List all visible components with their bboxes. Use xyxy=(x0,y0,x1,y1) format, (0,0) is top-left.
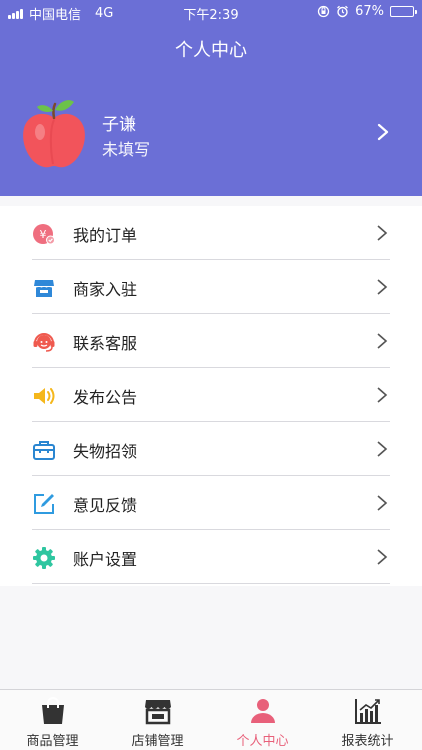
menu-item-orders[interactable]: ¥ 我的订单 xyxy=(32,206,390,260)
menu-item-customer-service[interactable]: 联系客服 xyxy=(32,314,390,368)
speaker-icon xyxy=(34,388,55,404)
page-title: 个人中心 xyxy=(175,40,247,61)
tab-personal-center[interactable]: 个人中心 xyxy=(210,690,315,750)
alarm-icon xyxy=(337,5,349,18)
chevron-right-icon xyxy=(377,225,388,241)
menu-list: ¥ 我的订单 商家入驻 联系客服 发布公告 失物招领 意见反馈 账户设置 xyxy=(0,206,422,586)
menu-item-feedback[interactable]: 意见反馈 xyxy=(32,476,390,530)
status-bar: 中国电信 4G 下午2:39 67% xyxy=(0,0,422,24)
profile-card[interactable]: 子谦 未填写 xyxy=(0,96,422,176)
menu-item-account-settings[interactable]: 账户设置 xyxy=(32,530,390,584)
chevron-right-icon xyxy=(377,387,388,403)
menu-item-label: 账户设置 xyxy=(73,550,138,569)
bag-icon xyxy=(33,441,55,460)
user-subtitle: 未填写 xyxy=(102,140,151,159)
menu-item-label: 发布公告 xyxy=(73,388,138,407)
chart-icon xyxy=(355,699,381,724)
edit-icon xyxy=(34,494,54,514)
chevron-right-icon xyxy=(377,495,388,511)
tab-label: 商品管理 xyxy=(26,734,79,749)
customer-service-icon xyxy=(33,333,55,352)
chevron-right-icon xyxy=(377,123,389,141)
tab-label: 个人中心 xyxy=(236,734,289,749)
tab-report-statistics[interactable]: 报表统计 xyxy=(315,690,420,750)
menu-item-merchant[interactable]: 商家入驻 xyxy=(32,260,390,314)
tab-label: 报表统计 xyxy=(341,734,394,749)
menu-item-label: 意见反馈 xyxy=(73,496,138,515)
chevron-right-icon xyxy=(377,333,388,349)
store-icon xyxy=(145,700,171,725)
menu-item-label: 商家入驻 xyxy=(73,280,138,299)
menu-item-lost-found[interactable]: 失物招领 xyxy=(32,422,390,476)
menu-item-announcement[interactable]: 发布公告 xyxy=(32,368,390,422)
menu-item-label: 我的订单 xyxy=(73,226,138,245)
tab-store-management[interactable]: 店铺管理 xyxy=(105,690,210,750)
chevron-right-icon xyxy=(377,279,388,295)
user-name: 子谦 xyxy=(102,115,136,135)
shop-icon xyxy=(34,280,54,297)
chevron-right-icon xyxy=(377,441,388,457)
battery-percent: 67% xyxy=(355,4,384,19)
menu-item-label: 联系客服 xyxy=(73,334,138,353)
user-icon xyxy=(251,699,275,723)
tab-product-management[interactable]: 商品管理 xyxy=(0,690,105,750)
tab-label: 店铺管理 xyxy=(131,734,184,749)
bag-icon xyxy=(42,697,64,724)
order-icon: ¥ xyxy=(33,224,55,245)
profile-header: 中国电信 4G 下午2:39 67% 个人中心 子谦 未填写 xyxy=(0,0,422,196)
orientation-lock-icon xyxy=(317,5,330,18)
battery-icon xyxy=(390,6,417,17)
menu-item-label: 失物招领 xyxy=(73,442,138,461)
apple-icon xyxy=(23,100,85,168)
gear-icon xyxy=(33,547,55,569)
tab-bar: 商品管理 店铺管理 个人中心 报表统计 xyxy=(0,689,422,750)
chevron-right-icon xyxy=(377,549,388,565)
svg-text:¥: ¥ xyxy=(40,228,47,241)
